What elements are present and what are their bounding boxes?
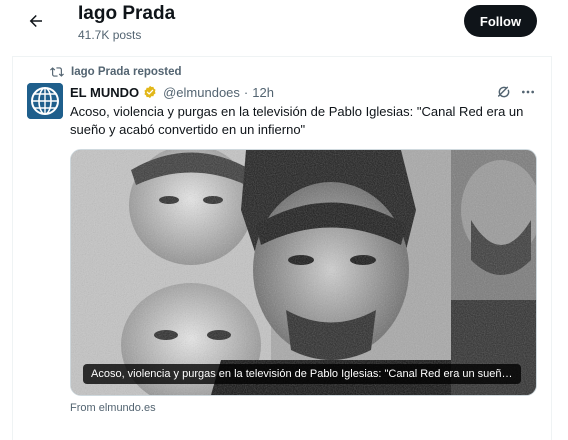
avatar[interactable]: [27, 83, 63, 119]
tweet-header: EL MUNDO @elmundoes · 12h: [70, 84, 274, 100]
media-caption: Acoso, violencia y purgas en la televisi…: [83, 364, 521, 384]
profile-name: Iago Prada: [78, 3, 176, 24]
verified-badge-icon: [143, 85, 157, 99]
repost-icon: [50, 67, 64, 77]
more-options-button[interactable]: [518, 82, 538, 102]
article-image: [71, 150, 536, 395]
arrow-left-icon: [29, 15, 42, 27]
grok-button[interactable]: [494, 82, 514, 102]
header-divider: [12, 56, 551, 57]
source-link[interactable]: From elmundo.es: [70, 402, 156, 414]
separator-dot: ·: [243, 84, 249, 100]
tweet-text: Acoso, violencia y purgas en la televisi…: [70, 104, 524, 137]
tweet-media-card[interactable]: Acoso, violencia y purgas en la televisi…: [70, 149, 537, 396]
post-count: 41.7K posts: [78, 28, 142, 42]
follow-button[interactable]: Follow: [464, 5, 537, 37]
profile-header: Iago Prada 41.7K posts Follow: [0, 0, 568, 56]
repost-label[interactable]: Iago Prada reposted: [71, 66, 182, 78]
tweet-time[interactable]: 12h: [252, 85, 274, 100]
author-name[interactable]: EL MUNDO: [70, 85, 139, 100]
repost-indicator: Iago Prada reposted: [50, 64, 182, 80]
more-icon: [522, 90, 534, 94]
grok-icon: [497, 86, 510, 98]
back-button[interactable]: [20, 5, 52, 37]
globe-logo-icon: [27, 83, 63, 119]
author-handle[interactable]: @elmundoes: [163, 85, 240, 100]
